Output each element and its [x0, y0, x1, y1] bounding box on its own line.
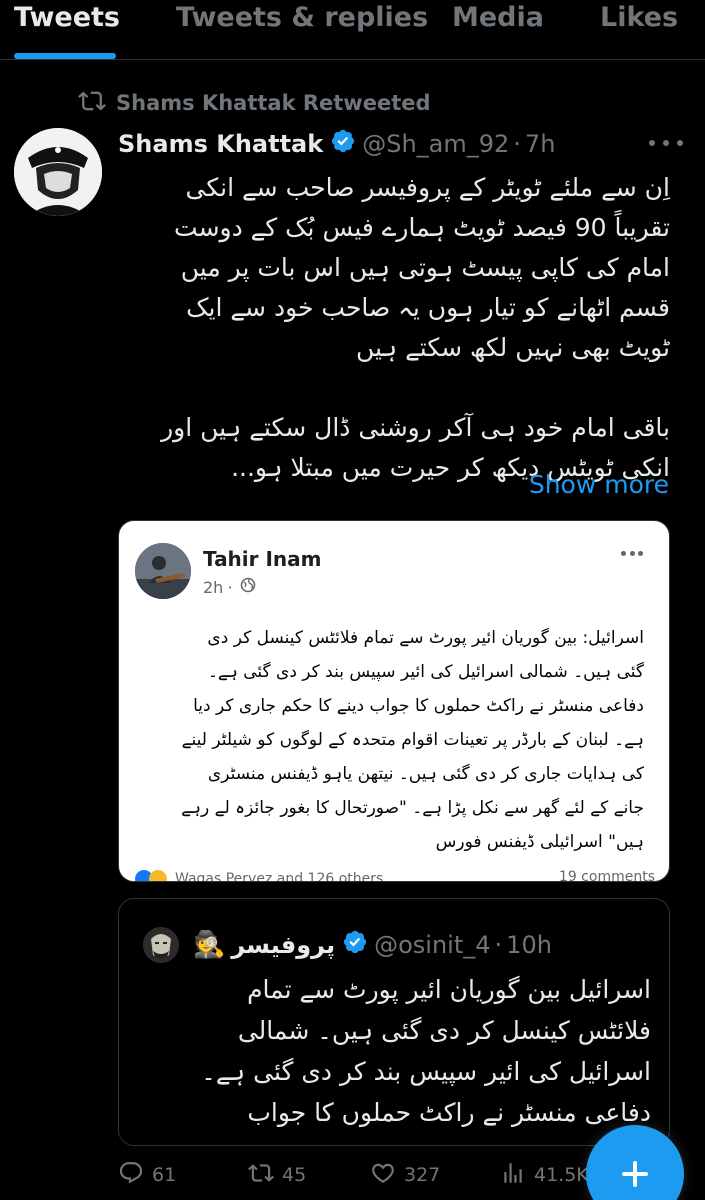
tab-media[interactable]: Media [452, 2, 544, 33]
sad-reaction-icon [149, 870, 167, 881]
views-chart-icon [500, 1160, 534, 1191]
fb-reactions-text: Waqas Pervez and 126 others [175, 871, 384, 882]
tweet-timestamp[interactable]: 7h [525, 130, 555, 158]
fb-comments-count: 19 comments [558, 869, 655, 882]
detective-emoji-icon: 🕵 [193, 930, 226, 960]
tweet-text-spacer [118, 368, 670, 408]
fb-reactions-bar: Waqas Pervez and 126 others 19 comments [135, 869, 655, 882]
quoted-text-line: دفاعی منسٹر نے راکٹ حملوں کا جواب [247, 1098, 651, 1127]
like-count: 327 [404, 1164, 441, 1186]
quoted-tweet[interactable]: 🕵 پروفیسر @osinit_4 · 10h اسرائیل بین گو… [118, 898, 670, 1146]
more-options-icon[interactable] [649, 136, 683, 150]
fb-post-meta: 2h · [203, 577, 256, 597]
separator: · [513, 130, 521, 158]
fb-separator: · [227, 577, 233, 597]
retweet-icon [248, 1160, 282, 1191]
fb-author-name: Tahir Inam [203, 547, 322, 571]
tweet-text-line: باقی امام خود ہی آکر روشنی ڈال سکتے ہیں … [161, 413, 670, 442]
retweet-context-text: Shams Khattak Retweeted [116, 91, 431, 115]
tweet-text-line: قسم اٹھانے کو تیار ہوں یہ صاحب خود سے ای… [186, 293, 670, 322]
fb-text-line: جانے کے لئے گھر سے نکل پڑا ہے۔ "صورتحال … [181, 798, 644, 818]
fb-post-time: 2h [203, 577, 224, 597]
retweet-button[interactable]: 45 [248, 1158, 306, 1192]
reply-count: 61 [152, 1164, 177, 1186]
retweet-context[interactable]: Shams Khattak Retweeted [78, 88, 431, 118]
quoted-avatar [143, 927, 179, 963]
heart-icon [370, 1160, 404, 1191]
fb-avatar [135, 543, 191, 599]
fb-post-text: اسرائیل: بین گوریان ائیر پورٹ سے تمام فل… [139, 621, 644, 859]
quoted-timestamp: 10h [506, 931, 552, 959]
fb-text-line: کی ہدایات جاری کر دی گئی ہیں۔ نیتھن یاہو… [207, 764, 644, 784]
quoted-tweet-text: اسرائیل بین گوریان ائیر پورٹ سے تمام فلا… [139, 969, 651, 1133]
retweet-count: 45 [282, 1164, 307, 1186]
author-name[interactable]: Shams Khattak [118, 130, 323, 158]
quoted-text-line: اسرائیل کی ائیر سپیس بند کر دی گئی ہے۔ [201, 1057, 651, 1086]
tweet-image[interactable]: Tahir Inam 2h · اسرائیل: بین گوریان ائیر… [118, 520, 670, 882]
author-handle[interactable]: @Sh_am_92 [362, 130, 509, 158]
fb-text-line: اسرائیل: بین گوریان ائیر پورٹ سے تمام فل… [207, 628, 644, 648]
verified-badge-icon [323, 128, 362, 160]
retweet-icon [78, 87, 116, 120]
tab-tweets[interactable]: Tweets [14, 2, 120, 33]
tweet-text-line: تقریباً 90 فیصد ٹویٹ ہمارے فیس بُک کے دو… [174, 213, 670, 242]
quoted-tweet-header: 🕵 پروفیسر @osinit_4 · 10h [143, 925, 552, 965]
fb-text-line: ہے۔ لبنان کے بارڈر پر تعینات اقوام متحدہ… [181, 730, 644, 750]
tweet-text-line: امام کی کاپی پیسٹ ہوتی ہیں اس بات پر میں [180, 253, 670, 282]
like-button[interactable]: 327 [370, 1158, 440, 1192]
reply-button[interactable]: 61 [118, 1158, 176, 1192]
verified-badge-icon [335, 929, 374, 961]
quoted-text-line: فلائٹس کینسل کر دی گئی ہیں۔ شمالی [237, 1016, 651, 1045]
tweet-text-line: ٹویٹ بھی نہیں لکھ سکتے ہیں [355, 333, 670, 362]
reply-icon [118, 1160, 152, 1191]
avatar[interactable] [14, 128, 102, 216]
active-tab-indicator [14, 53, 116, 59]
fb-text-line: گئی ہیں۔ شمالی اسرائیل کی ائیر سپیس بند … [207, 662, 644, 682]
tweet-text-line: اِن سے ملئے ٹویٹر کے پروفیسر صاحب سے انک… [185, 173, 670, 202]
profile-tabs: Tweets Tweets & replies Media Likes [0, 0, 705, 60]
fb-text-line: دفاعی منسٹر نے راکٹ حملوں کا جواب دینے ک… [193, 696, 644, 716]
tab-likes[interactable]: Likes [600, 2, 678, 33]
fb-reactions: Waqas Pervez and 126 others [135, 869, 384, 882]
fb-text-line: ہیں" اسرائیلی ڈیفنس فورس [435, 832, 644, 852]
show-more-link[interactable]: Show more [529, 470, 669, 499]
fb-more-icon [621, 551, 643, 557]
separator: · [494, 931, 503, 959]
views-count: 41.5K [534, 1164, 589, 1186]
quoted-text-line: اسرائیل بین گوریان ائیر پورٹ سے تمام [247, 975, 651, 1004]
quoted-author-name: پروفیسر [231, 931, 336, 959]
tab-tweets-and-replies[interactable]: Tweets & replies [176, 2, 428, 33]
quoted-author-handle: @osinit_4 [374, 931, 491, 959]
tweet-text: اِن سے ملئے ٹویٹر کے پروفیسر صاحب سے انک… [118, 168, 670, 488]
views-button[interactable]: 41.5K [500, 1158, 589, 1192]
tweet-header: Shams Khattak @Sh_am_92 · 7h [118, 124, 555, 164]
globe-icon [236, 577, 256, 597]
